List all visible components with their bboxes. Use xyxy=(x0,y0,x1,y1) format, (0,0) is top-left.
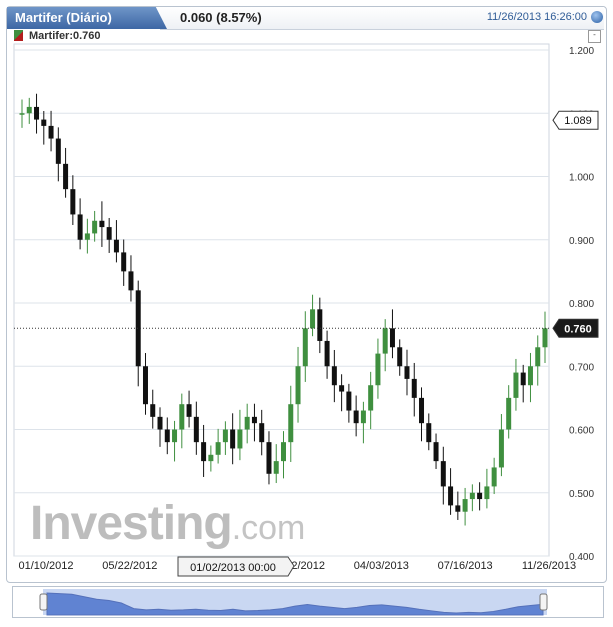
x-tick-label: 01/10/2012 xyxy=(18,560,73,572)
y-tick-label: 1.000 xyxy=(569,173,594,184)
ohlc-bar xyxy=(353,410,359,424)
ohlc-bar xyxy=(186,404,192,417)
plot-area xyxy=(13,43,550,557)
price-label: 0.760 xyxy=(564,323,592,335)
ohlc-bar xyxy=(99,220,105,228)
ohlc-bar xyxy=(426,423,432,443)
ohlc-bar xyxy=(440,461,446,487)
ohlc-bar xyxy=(513,372,519,398)
ohlc-bar xyxy=(404,366,410,379)
ohlc-bar xyxy=(121,252,127,272)
ohlc-bar xyxy=(48,125,54,139)
ohlc-bar xyxy=(455,505,461,512)
ohlc-bar xyxy=(135,290,141,367)
logo-brand: Investing xyxy=(30,497,233,550)
ohlc-bar xyxy=(230,429,236,449)
investing-logo: Investing.com xyxy=(30,496,305,551)
price-label: 1.089 xyxy=(564,115,592,127)
y-tick-label: 0.800 xyxy=(569,299,594,310)
ohlc-bar xyxy=(411,378,417,398)
ohlc-bar xyxy=(542,328,548,348)
ohlc-bar xyxy=(331,366,337,386)
ohlc-bar xyxy=(288,404,294,443)
ohlc-bar xyxy=(346,391,352,411)
ohlc-bar xyxy=(317,309,323,341)
x-tick-label: 04/03/2013 xyxy=(354,560,409,572)
logo-suffix: .com xyxy=(231,509,306,547)
ohlc-bar xyxy=(172,429,178,443)
ohlc-bar xyxy=(469,492,475,500)
ohlc-bar xyxy=(237,429,243,449)
ohlc-bar xyxy=(506,397,512,430)
ohlc-bar xyxy=(19,113,25,115)
ohlc-bar xyxy=(520,372,526,386)
y-tick-label: 0.700 xyxy=(569,362,594,373)
ohlc-bar xyxy=(477,492,483,500)
ohlc-bar xyxy=(484,486,490,500)
ohlc-bar xyxy=(222,429,228,443)
ohlc-bar xyxy=(164,429,170,443)
ohlc-bar xyxy=(419,397,425,424)
ohlc-bar xyxy=(70,189,76,215)
ohlc-bar xyxy=(179,404,185,430)
range-navigator[interactable] xyxy=(12,586,604,618)
ohlc-bar xyxy=(462,499,468,512)
ohlc-bar xyxy=(106,227,112,240)
ohlc-bar xyxy=(193,416,199,443)
tooltip-date: 01/02/2013 00:00 xyxy=(190,562,276,574)
y-tick-label: 0.900 xyxy=(569,236,594,247)
ohlc-bar xyxy=(41,119,47,126)
ohlc-bar xyxy=(157,416,163,430)
ohlc-bar xyxy=(34,106,40,120)
ohlc-bar xyxy=(142,366,148,405)
ohlc-bar xyxy=(244,416,250,430)
ohlc-bar xyxy=(92,220,98,234)
ohlc-bar xyxy=(84,233,90,240)
ohlc-bar xyxy=(527,366,533,386)
ohlc-bar xyxy=(26,106,32,114)
x-tick-label: 05/22/2012 xyxy=(102,560,157,572)
ohlc-bar xyxy=(63,163,69,190)
ohlc-bar xyxy=(382,328,388,354)
ohlc-bar xyxy=(201,442,207,462)
ohlc-bar xyxy=(368,385,374,411)
y-tick-label: 1.200 xyxy=(569,46,594,57)
ohlc-bar xyxy=(491,467,497,487)
y-tick-label: 0.500 xyxy=(569,489,594,500)
grid xyxy=(13,43,550,557)
y-tick-label: 0.600 xyxy=(569,426,594,437)
ohlc-bar xyxy=(259,423,265,443)
ohlc-bar xyxy=(251,416,257,424)
ohlc-bar xyxy=(215,442,221,455)
ohlc-bar xyxy=(281,442,286,462)
ohlc-bar xyxy=(77,214,83,240)
x-axis: 01/10/201205/22/201208/31/201212/12/2012… xyxy=(18,560,576,572)
ohlc-bar xyxy=(389,328,395,348)
ohlc-bar xyxy=(302,328,308,367)
ohlc-bar xyxy=(273,461,279,474)
navigator-handle[interactable] xyxy=(539,593,548,611)
ohlc-bar xyxy=(448,486,454,506)
ohlc-bar xyxy=(266,442,272,474)
x-tick-label: 11/26/2013 xyxy=(522,560,576,572)
navigator-handle[interactable] xyxy=(39,593,48,611)
ohlc-bar xyxy=(310,309,316,329)
crosshair-tooltip: 01/02/2013 00:00 xyxy=(177,556,295,577)
ohlc-bar xyxy=(128,271,134,291)
ohlc-bar xyxy=(498,429,504,468)
ohlc-bar xyxy=(55,138,61,164)
x-tick-label: 07/16/2013 xyxy=(438,560,493,572)
ohlc-bar xyxy=(208,454,214,462)
ohlc-bar xyxy=(324,340,330,367)
ohlc-bar xyxy=(339,385,345,392)
ohlc-bar xyxy=(150,404,156,417)
ohlc-bar xyxy=(433,442,439,462)
ohlc-bar xyxy=(360,410,366,424)
ohlc-bar xyxy=(375,353,381,386)
ohlc-bar xyxy=(535,347,541,367)
ohlc-bar xyxy=(397,347,403,367)
ohlc-bar xyxy=(295,366,301,405)
ohlc-bar xyxy=(113,239,119,253)
